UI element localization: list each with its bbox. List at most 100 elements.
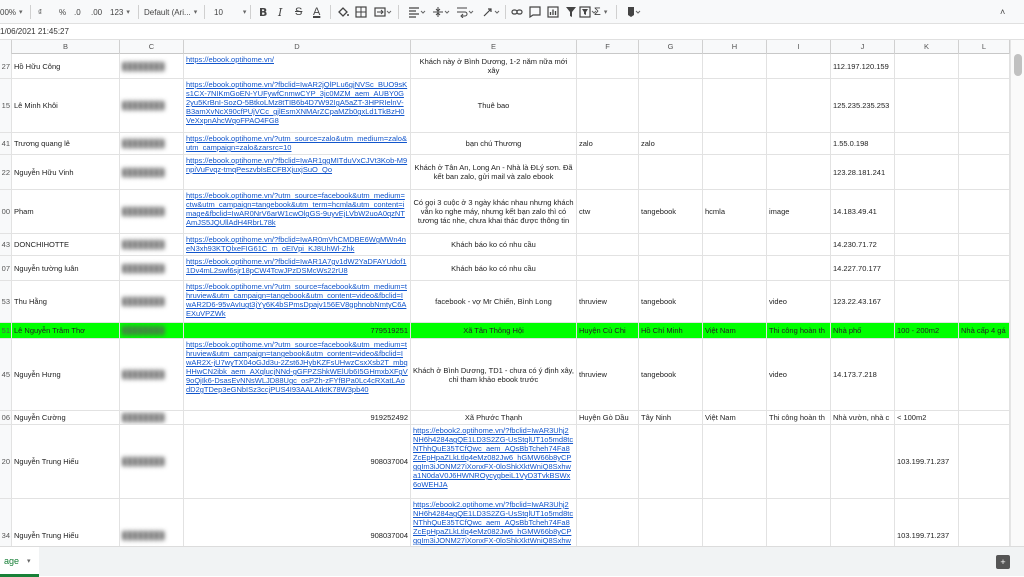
cell-g[interactable] (639, 234, 703, 255)
input-tools-icon[interactable] (626, 4, 642, 20)
column-header[interactable]: E (411, 40, 577, 54)
cell-f[interactable]: thruview (577, 281, 639, 322)
cell-h[interactable]: Việt Nam (703, 411, 767, 424)
cell-i[interactable] (767, 54, 831, 78)
url-link[interactable]: https://ebook.optihome.vn/?utm_source=fa… (186, 191, 405, 227)
cell-k[interactable] (895, 79, 959, 132)
link-cell[interactable]: 908037004 (184, 425, 411, 498)
link-cell[interactable]: https://ebook.optihome.vn/?utm_source=fa… (184, 339, 411, 410)
note-cell[interactable]: Có gọi 3 cuộc ở 3 ngày khác nhau nhưng k… (411, 190, 577, 233)
scrollbar-thumb[interactable] (1014, 54, 1022, 76)
row-number[interactable]: 06 (0, 411, 12, 424)
cell-i[interactable]: video (767, 339, 831, 410)
cell-j[interactable]: 14.230.71.72 (831, 234, 895, 255)
column-header[interactable]: B (12, 40, 120, 54)
cell-j[interactable]: Nhà phố (831, 323, 895, 338)
url-link[interactable]: https://ebook.optihome.vn/ (186, 55, 274, 64)
cell-l[interactable] (959, 190, 1010, 233)
column-header[interactable]: I (767, 40, 831, 54)
percent-format-button[interactable]: % (59, 4, 66, 20)
url-link[interactable]: https://ebook.optihome.vn/?utm_source=fa… (186, 340, 408, 394)
cell-name[interactable]: DONCHIHOTTE (12, 234, 120, 255)
cell-name[interactable]: Trương quang lê (12, 133, 120, 154)
text-wrap-icon[interactable] (456, 4, 474, 20)
cell-f[interactable] (577, 499, 639, 546)
cell-l[interactable] (959, 256, 1010, 280)
link-cell[interactable]: https://ebook.optihome.vn/?fbclid=IwAR2j… (184, 79, 411, 132)
cell-f[interactable] (577, 425, 639, 498)
cell-i[interactable]: image (767, 190, 831, 233)
redacted-phone[interactable]: ████████ (120, 499, 184, 546)
row-number[interactable]: 45 (0, 339, 12, 410)
cell-name[interactable]: Lê Minh Khôi (12, 79, 120, 132)
cell-j[interactable]: 14.183.49.41 (831, 190, 895, 233)
redacted-phone[interactable]: ████████ (120, 54, 184, 78)
collapse-menu-button[interactable]: ˄ (1000, 4, 1005, 20)
redacted-phone[interactable]: ████████ (120, 339, 184, 410)
text-color-button[interactable]: A (313, 4, 320, 20)
cell-j[interactable]: 123.28.181.241 (831, 155, 895, 189)
cell-f[interactable]: Huyện Gò Dầu (577, 411, 639, 424)
row-number[interactable]: 20 (0, 425, 12, 498)
note-cell[interactable]: Khách ở Tân An, Long An - Nhà là ĐLý sơn… (411, 155, 577, 189)
cell-j[interactable] (831, 499, 895, 546)
cell-j[interactable]: 14.227.70.177 (831, 256, 895, 280)
note-cell[interactable]: Khách này ở Bình Dương, 1-2 năm nữa mới … (411, 54, 577, 78)
redacted-phone[interactable]: ████████ (120, 425, 184, 498)
more-formats-button[interactable]: 123 ▾ (110, 4, 130, 20)
cell-f[interactable]: ctw (577, 190, 639, 233)
cell-g[interactable]: Hồ Chí Minh (639, 323, 703, 338)
row-number[interactable]: 43 (0, 234, 12, 255)
redacted-phone[interactable]: ████████ (120, 234, 184, 255)
cell-name[interactable]: Nguyễn Cường (12, 411, 120, 424)
note-cell[interactable]: Xã Phước Thạnh (411, 411, 577, 424)
insert-link-icon[interactable] (511, 4, 523, 20)
text-rotation-icon[interactable] (482, 4, 500, 20)
link-cell[interactable]: https://ebook.optihome.vn/?fbclid=IwAR0m… (184, 234, 411, 255)
redacted-phone[interactable]: ████████ (120, 281, 184, 322)
cell-j[interactable]: Nhà vườn, nhà c (831, 411, 895, 424)
strikethrough-button[interactable]: S (295, 4, 302, 20)
cell-h[interactable]: Việt Nam (703, 323, 767, 338)
insert-comment-icon[interactable] (529, 4, 541, 20)
cell-l[interactable] (959, 155, 1010, 189)
redacted-phone[interactable]: ████████ (120, 155, 184, 189)
row-number[interactable]: 41 (0, 133, 12, 154)
cell-name[interactable]: Lê Nguyễn Trâm Thơ (12, 323, 120, 338)
row-number[interactable]: 15 (0, 79, 12, 132)
cell-l[interactable]: Nhà cấp 4 gá (959, 323, 1010, 338)
cell-f[interactable]: thruview (577, 339, 639, 410)
increase-decimal-button[interactable]: .00 (91, 4, 102, 20)
cell-f[interactable]: zalo (577, 133, 639, 154)
italic-button[interactable]: I (278, 4, 282, 20)
cell-k[interactable] (895, 256, 959, 280)
column-header[interactable]: C (120, 40, 184, 54)
cell-f[interactable] (577, 79, 639, 132)
cell-g[interactable] (639, 79, 703, 132)
bold-button[interactable]: B (259, 4, 267, 20)
column-header[interactable]: J (831, 40, 895, 54)
url-link[interactable]: https://ebook.optihome.vn/?fbclid=IwAR1A… (186, 257, 406, 275)
zoom-select[interactable]: 00% ▾ (0, 4, 23, 20)
cell-h[interactable] (703, 133, 767, 154)
note-cell[interactable]: https://ebook2.optihome.vn/?fbclid=IwAR3… (411, 499, 577, 546)
cell-h[interactable] (703, 256, 767, 280)
cell-f[interactable]: Huyện Củ Chi (577, 323, 639, 338)
note-cell[interactable]: facebook - vợ Mr Chiến, Bình Long (411, 281, 577, 322)
cell-l[interactable] (959, 234, 1010, 255)
cell-j[interactable]: 1.55.0.198 (831, 133, 895, 154)
cell-g[interactable]: tangebook (639, 190, 703, 233)
redacted-phone[interactable]: ████████ (120, 323, 184, 338)
font-family-select[interactable]: Default (Ari... ▾ (144, 4, 197, 20)
cell-g[interactable] (639, 155, 703, 189)
note-cell[interactable]: Khách ở Bình Dương, TD1 - chưa có ý định… (411, 339, 577, 410)
cell-l[interactable] (959, 281, 1010, 322)
cell-i[interactable]: Thi công hoàn th (767, 411, 831, 424)
link-cell[interactable]: https://ebook.optihome.vn/?utm_source=fa… (184, 281, 411, 322)
cell-i[interactable] (767, 155, 831, 189)
cell-h[interactable] (703, 499, 767, 546)
cell-k[interactable] (895, 190, 959, 233)
cell-l[interactable] (959, 411, 1010, 424)
url-link[interactable]: https://ebook2.optihome.vn/?fbclid=IwAR3… (413, 426, 573, 489)
url-link[interactable]: https://ebook.optihome.vn/?fbclid=IwAR0m… (186, 235, 406, 253)
